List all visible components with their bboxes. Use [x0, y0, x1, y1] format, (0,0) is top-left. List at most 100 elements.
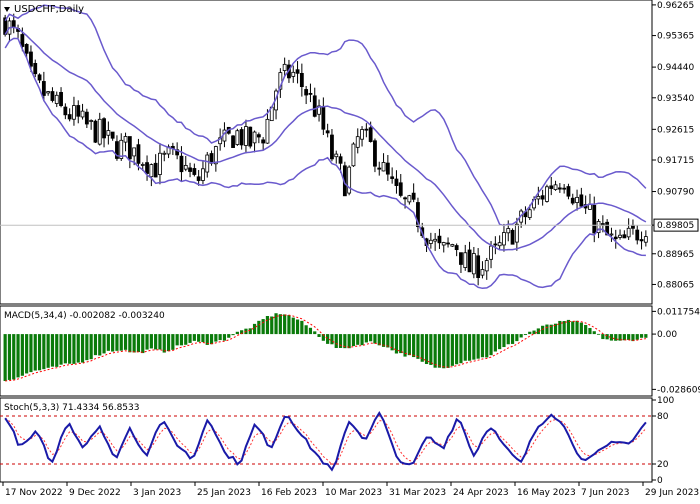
- macd-plot-area: [3, 313, 648, 382]
- candle-body: [463, 252, 468, 268]
- triangle-down-icon[interactable]: [4, 7, 10, 12]
- macd-histogram-bar: [295, 319, 300, 335]
- candle-body: [622, 234, 627, 239]
- candle-body: [46, 91, 51, 94]
- macd-histogram-bar: [532, 330, 536, 335]
- candle-body: [441, 242, 446, 246]
- date-tick-label: 16 Feb 2023: [261, 488, 317, 498]
- macd-histogram-bar: [201, 334, 205, 343]
- bollinger-lower-band: [4, 37, 646, 290]
- macd-histogram-bar: [523, 334, 528, 336]
- candle-body: [390, 176, 395, 179]
- candle-body: [183, 165, 188, 170]
- candle-body: [192, 168, 197, 175]
- price-plot-area: [0, 4, 652, 290]
- macd-histogram-bar: [55, 334, 59, 367]
- stoch-title: Stoch(5,3,3) 71.4334 56.8533: [4, 403, 139, 413]
- candle-body: [364, 128, 369, 131]
- macd-histogram-bar: [407, 334, 411, 356]
- candle-body: [545, 186, 549, 202]
- candle-body: [325, 130, 330, 134]
- candle-body: [592, 204, 597, 234]
- macd-histogram-bar: [588, 328, 592, 335]
- candle-body: [201, 168, 205, 181]
- candle-body: [536, 195, 541, 200]
- macd-histogram-bar: [145, 334, 149, 350]
- macd-histogram-bar: [575, 320, 579, 335]
- candle-body: [50, 91, 55, 101]
- macd-histogram-bar: [209, 334, 214, 345]
- macd-histogram-bar: [351, 334, 356, 347]
- candle-body: [162, 152, 167, 155]
- candle-body: [76, 105, 81, 117]
- macd-histogram-bar: [639, 334, 644, 338]
- stoch-plot-area: [0, 411, 652, 472]
- price-tick-label: 0.95365: [657, 32, 694, 42]
- candle-body: [403, 197, 407, 200]
- macd-histogram-bar: [85, 334, 89, 361]
- bollinger-upper-band: [4, 4, 647, 227]
- macd-histogram-bar: [102, 334, 106, 354]
- candle-body: [398, 182, 403, 196]
- macd-histogram-bar: [29, 334, 33, 373]
- macd-histogram-bar: [579, 322, 583, 335]
- candle-body: [385, 162, 390, 175]
- macd-histogram-bar: [291, 317, 295, 335]
- macd-histogram-bar: [300, 320, 304, 335]
- candle-body: [41, 81, 46, 96]
- macd-histogram-bar: [154, 334, 158, 350]
- candle-body: [153, 162, 158, 178]
- macd-histogram-bar: [506, 334, 510, 345]
- macd-histogram-bar: [584, 324, 588, 335]
- candle-body: [338, 156, 343, 164]
- macd-histogram-bar: [502, 334, 506, 348]
- macd-histogram-bar: [308, 327, 313, 335]
- macd-histogram-bar: [429, 334, 433, 365]
- macd-histogram-bar: [601, 334, 605, 340]
- candle-body: [407, 195, 412, 203]
- stoch-tick-label: 80: [657, 412, 669, 422]
- candle-body: [484, 260, 489, 272]
- candle-body: [557, 187, 562, 190]
- macd-tick-label: 0.00: [657, 330, 677, 340]
- macd-tick-label: -0.028609: [657, 385, 700, 395]
- date-tick-label: 31 Mar 2023: [389, 488, 446, 498]
- candle-body: [454, 245, 459, 251]
- macd-histogram-bar: [106, 334, 110, 351]
- macd-histogram-bar: [317, 334, 321, 337]
- candle-body: [213, 146, 218, 165]
- macd-histogram-bar: [330, 334, 334, 345]
- candle-body: [502, 232, 506, 246]
- candle-body: [480, 269, 485, 276]
- candle-body: [261, 139, 266, 144]
- macd-histogram-bar: [42, 334, 46, 370]
- macd-title: MACD(5,34,4) -0.002082 -0.003240: [4, 311, 165, 321]
- candle-body: [291, 71, 296, 77]
- macd-histogram-bar: [446, 334, 450, 368]
- candle-body: [334, 153, 339, 158]
- macd-histogram-bar: [326, 334, 330, 344]
- candle-body: [459, 252, 463, 265]
- macd-histogram-bar: [541, 325, 545, 335]
- candle-body: [381, 162, 386, 172]
- candle-body: [489, 245, 493, 260]
- price-tick-label: 0.89805: [657, 221, 694, 231]
- macd-histogram-bar: [93, 334, 98, 356]
- macd-histogram-bar: [7, 334, 12, 380]
- macd-histogram-bar: [123, 334, 128, 350]
- candle-body: [54, 94, 59, 104]
- macd-histogram-bar: [545, 324, 549, 335]
- candle-body: [235, 130, 240, 145]
- candle-body: [196, 176, 201, 181]
- macd-histogram-bar: [399, 334, 403, 354]
- candle-body: [527, 209, 532, 218]
- price-tick-label: 0.96265: [657, 1, 694, 11]
- candle-body: [127, 136, 132, 160]
- candle-body: [476, 255, 481, 278]
- date-tick-label: 29 Jun 2023: [645, 488, 699, 498]
- candle-body: [205, 154, 210, 173]
- macd-histogram-bar: [467, 334, 472, 361]
- candle-body: [321, 105, 326, 130]
- macd-histogram-bar: [50, 334, 55, 367]
- candle-body: [497, 242, 502, 247]
